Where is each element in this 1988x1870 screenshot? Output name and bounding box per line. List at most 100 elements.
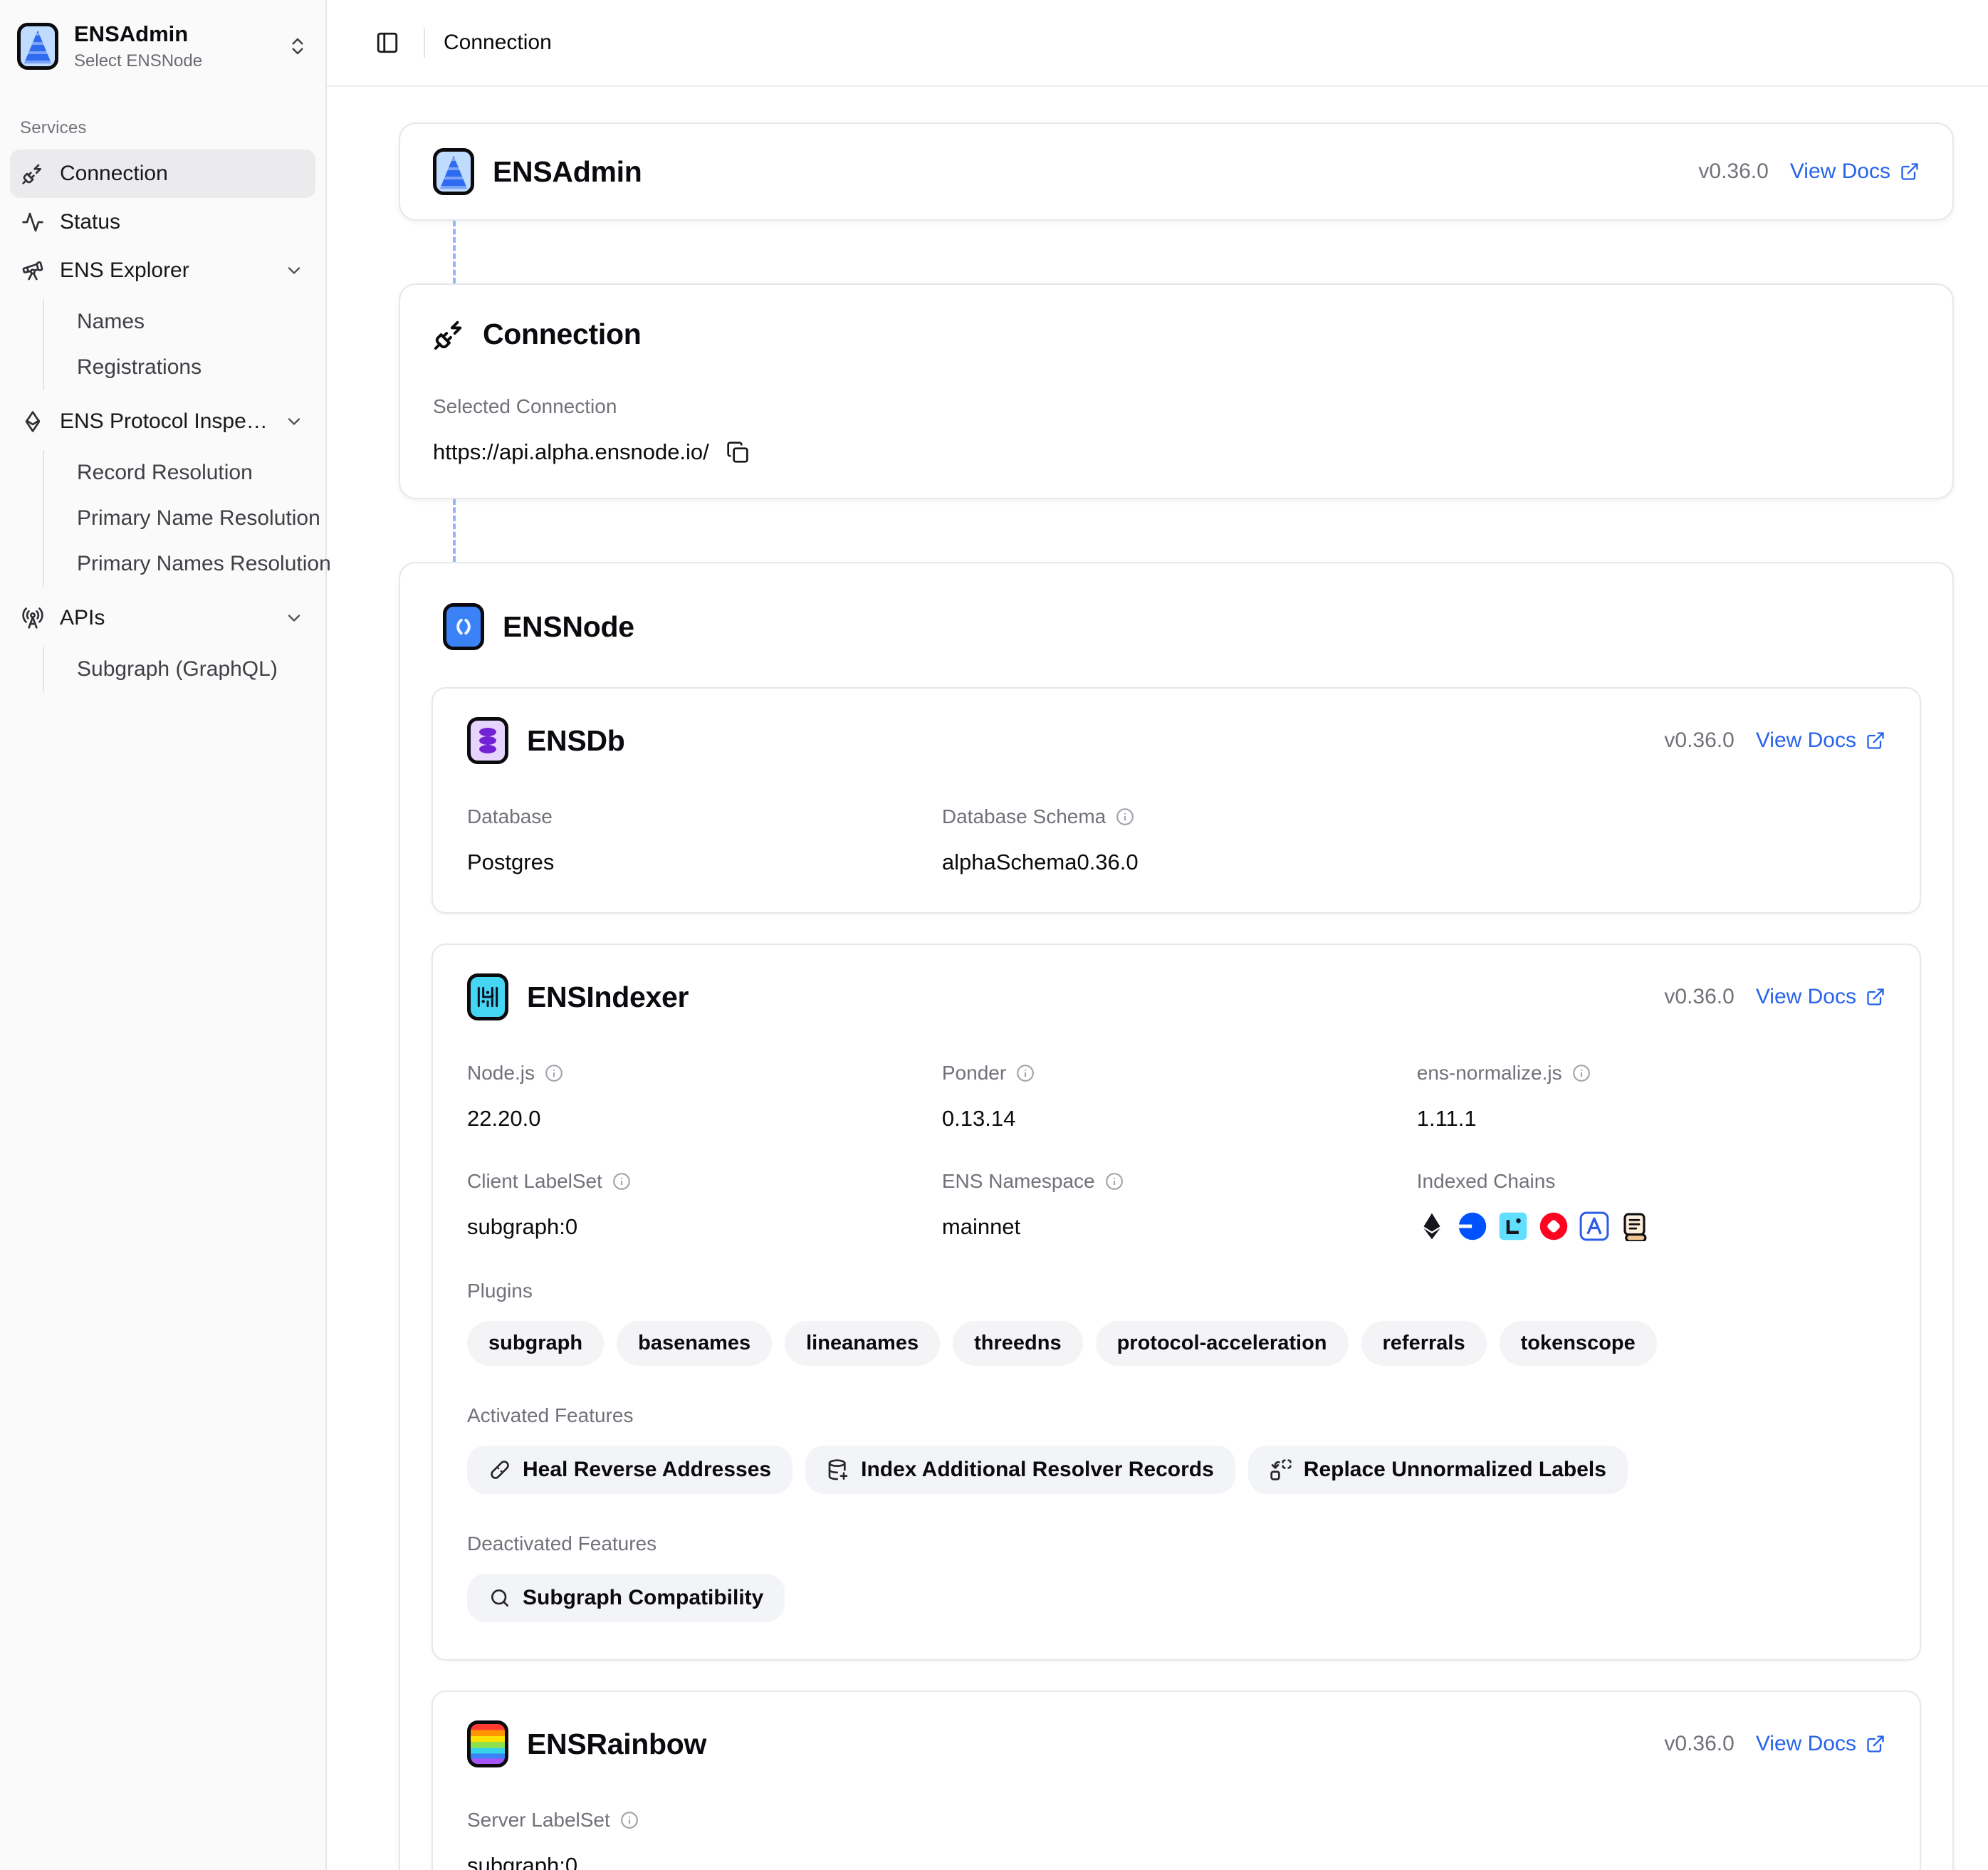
- search-icon: [488, 1587, 511, 1609]
- plugins-label: Plugins: [467, 1280, 1885, 1302]
- ensadmin-card: ENSAdmin v0.36.0 View Docs: [399, 122, 1954, 221]
- ensdb-card: ENSDb v0.36.0 View Docs DatabasePostgres…: [431, 687, 1921, 914]
- ensdb-view-docs-link[interactable]: View Docs: [1756, 728, 1885, 753]
- chain-scroll-icon: [1620, 1211, 1650, 1241]
- sidebar-item-label: ENS Protocol Inspector: [60, 409, 268, 434]
- sidebar-item-subgraph-graphql[interactable]: Subgraph (GraphQL): [67, 647, 315, 692]
- field-value: mainnet: [942, 1214, 1388, 1240]
- field-value: 0.13.14: [942, 1106, 1388, 1132]
- sidebar-toggle-button[interactable]: [370, 25, 405, 61]
- field-server-labelset: Server LabelSetsubgraph:0: [467, 1809, 914, 1870]
- database-plus-icon: [827, 1458, 849, 1481]
- feature-badge-heal-reverse-addresses: Heal Reverse Addresses: [467, 1446, 792, 1494]
- plugin-badge-tokenscope: tokenscope: [1500, 1321, 1657, 1366]
- chain-ethereum-icon: [1417, 1211, 1447, 1241]
- plugin-badge-basenames: basenames: [617, 1321, 772, 1366]
- sidebar-item-primary-names-resolution[interactable]: Primary Names Resolution: [67, 541, 315, 587]
- sidebar-item-ens-explorer[interactable]: ENS Explorer: [10, 246, 315, 295]
- field-value: 1.11.1: [1417, 1106, 1885, 1132]
- chain-optimism-icon: [1539, 1211, 1569, 1241]
- field-label: ENS Namespace: [942, 1170, 1095, 1193]
- sidebar-item-record-resolution[interactable]: Record Resolution: [67, 450, 315, 496]
- ensdb-icon: [467, 717, 508, 764]
- app-meta: ENSAdmin Select ENSNode: [74, 21, 202, 71]
- selected-connection-label: Selected Connection: [433, 395, 617, 418]
- copy-url-button[interactable]: [726, 441, 749, 464]
- connection-card: Connection Selected Connection https://a…: [399, 283, 1954, 499]
- field-node-js: Node.js 22.20.0: [467, 1062, 914, 1132]
- services-section-label: Services: [10, 111, 315, 145]
- ensadmin-card-title: ENSAdmin: [493, 155, 642, 189]
- deactivated-features-list: Subgraph Compatibility: [467, 1574, 1885, 1622]
- ensrainbow-view-docs-link[interactable]: View Docs: [1756, 1732, 1885, 1756]
- feature-badge-replace-unnormalized-labels: Replace Unnormalized Labels: [1248, 1446, 1628, 1494]
- replace-icon: [1270, 1458, 1292, 1481]
- info-icon[interactable]: [1016, 1064, 1035, 1082]
- field-database: DatabasePostgres: [467, 805, 914, 875]
- external-link-icon: [1900, 162, 1920, 182]
- ens-diamond-icon: [21, 410, 44, 433]
- feature-label: Replace Unnormalized Labels: [1304, 1458, 1606, 1482]
- ensindexer-card-title: ENSIndexer: [527, 981, 689, 1014]
- field-ens-normalize-js: ens-normalize.js 1.11.1: [1417, 1062, 1885, 1132]
- info-icon[interactable]: [612, 1172, 631, 1191]
- info-icon[interactable]: [620, 1811, 639, 1829]
- chain-base-icon: [1458, 1211, 1487, 1241]
- activated-features-label: Activated Features: [467, 1404, 1885, 1427]
- ensdb-version: v0.36.0: [1664, 728, 1734, 753]
- external-link-icon: [1866, 987, 1885, 1007]
- sidebar-item-ens-protocol-inspector[interactable]: ENS Protocol Inspector: [10, 397, 315, 446]
- field-value: subgraph:0: [467, 1214, 914, 1240]
- sidebar-subsection-ens-explorer: NamesRegistrations: [43, 299, 315, 390]
- field-value: alphaSchema0.36.0: [942, 850, 1388, 875]
- sidebar-item-primary-name-resolution[interactable]: Primary Name Resolution: [67, 496, 315, 541]
- field-ens-namespace: ENS Namespace mainnet: [942, 1170, 1388, 1241]
- copy-icon: [726, 441, 749, 464]
- field-label: Database: [467, 805, 553, 828]
- info-icon[interactable]: [545, 1064, 563, 1082]
- connector-line-1: [453, 221, 456, 283]
- external-link-icon: [1866, 1734, 1885, 1754]
- breadcrumb: Connection: [444, 31, 552, 55]
- ensadmin-view-docs-link[interactable]: View Docs: [1790, 160, 1920, 184]
- info-icon[interactable]: [1105, 1172, 1124, 1191]
- field-indexed-chains: Indexed Chains: [1417, 1170, 1885, 1241]
- sidebar-item-connection[interactable]: Connection: [10, 150, 315, 198]
- info-icon[interactable]: [1572, 1064, 1591, 1082]
- ensnode-card: ENSNode ENSDb: [399, 562, 1954, 1870]
- info-icon[interactable]: [1116, 808, 1134, 826]
- field-label: ens-normalize.js: [1417, 1062, 1562, 1085]
- sidebar-item-status[interactable]: Status: [10, 198, 315, 246]
- page-content: ENSAdmin v0.36.0 View Docs Connection: [327, 87, 1988, 1870]
- activity-icon: [21, 211, 44, 234]
- telescope-icon: [21, 259, 44, 282]
- sidebar-item-apis[interactable]: APIs: [10, 594, 315, 642]
- sidebar-nav: ConnectionStatus ENS Explorer NamesRegistr…: [10, 150, 315, 699]
- plug-zap-icon: [21, 162, 44, 185]
- ensindexer-view-docs-link[interactable]: View Docs: [1756, 985, 1885, 1009]
- ensnode-icon: [443, 603, 484, 650]
- radio-tower-icon: [21, 607, 44, 630]
- sidebar-item-registrations[interactable]: Registrations: [67, 345, 315, 390]
- feature-label: Index Additional Resolver Records: [861, 1458, 1214, 1482]
- field-label: Ponder: [942, 1062, 1006, 1085]
- ensrainbow-card-title: ENSRainbow: [527, 1728, 706, 1761]
- ensindexer-icon: [467, 973, 508, 1020]
- ensadmin-logo-icon: [17, 23, 58, 70]
- sidebar-item-label: ENS Explorer: [60, 258, 268, 283]
- field-ponder: Ponder 0.13.14: [942, 1062, 1388, 1132]
- chevron-down-icon: [284, 608, 304, 628]
- ensrainbow-card: ENSRainbow v0.36.0 View Docs Server Labe…: [431, 1691, 1921, 1870]
- sidebar-item-names[interactable]: Names: [67, 299, 315, 345]
- chain-linea-icon: [1498, 1211, 1528, 1241]
- field-value: 22.20.0: [467, 1106, 914, 1132]
- sidebar-subsection-ens-protocol-inspector: Record ResolutionPrimary Name Resolution…: [43, 450, 315, 587]
- field-label: Node.js: [467, 1062, 535, 1085]
- ensindexer-version: v0.36.0: [1664, 985, 1734, 1009]
- view-docs-label: View Docs: [1756, 728, 1856, 753]
- plugin-badge-referrals: referrals: [1361, 1321, 1487, 1366]
- ensnode-selector[interactable]: ENSAdmin Select ENSNode: [10, 13, 315, 80]
- ensdb-card-title: ENSDb: [527, 724, 624, 758]
- view-docs-label: View Docs: [1790, 160, 1890, 184]
- indexed-chains-list: [1417, 1211, 1885, 1241]
